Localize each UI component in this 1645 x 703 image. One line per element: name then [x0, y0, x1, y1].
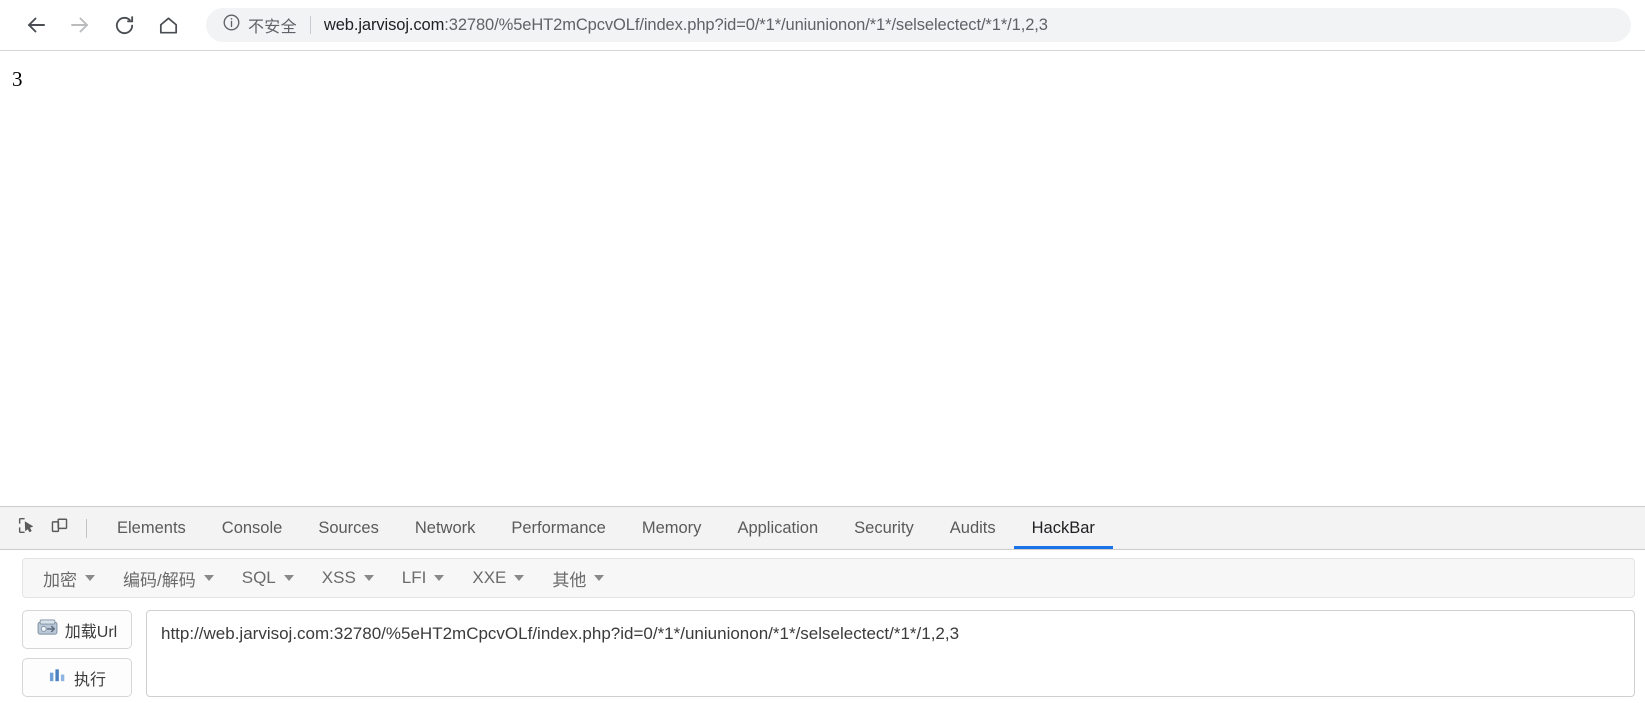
tab-sources[interactable]: Sources — [300, 507, 397, 549]
devtools-toolbar-divider — [86, 518, 87, 538]
load-url-icon — [37, 619, 58, 641]
hackbar-body: 加载Url 执行 http://web.jarvisoj.com:32780/%… — [0, 598, 1645, 697]
hackbar-button-column: 加载Url 执行 — [22, 610, 132, 697]
security-label: 不安全 — [248, 19, 297, 36]
url-host: web.jarvisoj.com — [323, 15, 445, 34]
hackbar-url-input[interactable]: http://web.jarvisoj.com:32780/%5eHT2mCpc… — [146, 610, 1635, 697]
browser-toolbar: 不安全 web.jarvisoj.com:32780/%5eHT2mCpcvOL… — [0, 0, 1645, 50]
url-text[interactable]: web.jarvisoj.com:32780/%5eHT2mCpcvOLf/in… — [324, 16, 1048, 35]
url-path: :32780/%5eHT2mCpcvOLf/index.php?id=0/*1*… — [444, 15, 1048, 34]
hackbar-menubar: 加密 编码/解码 SQL XSS LFI XXE 其他 — [22, 558, 1635, 598]
chevron-down-icon — [203, 575, 214, 581]
tab-label: Sources — [318, 519, 379, 537]
hackbar-menu-encrypt[interactable]: 加密 — [29, 560, 109, 597]
tab-audits[interactable]: Audits — [932, 507, 1014, 549]
arrow-left-icon — [24, 13, 48, 37]
tab-label: Application — [737, 519, 819, 537]
tab-network[interactable]: Network — [397, 507, 494, 549]
tab-console[interactable]: Console — [204, 507, 301, 549]
tab-performance[interactable]: Performance — [493, 507, 623, 549]
hackbar-menu-lfi[interactable]: LFI — [388, 562, 459, 594]
hackbar-menu-encode-decode[interactable]: 编码/解码 — [109, 560, 228, 597]
site-security-indicator[interactable]: 不安全 — [222, 13, 297, 37]
device-toolbar-icon — [50, 516, 69, 540]
menu-label: 其他 — [552, 570, 587, 590]
chevron-down-icon — [514, 575, 525, 581]
tab-memory[interactable]: Memory — [624, 507, 720, 549]
reload-icon — [113, 14, 136, 37]
home-button[interactable] — [146, 3, 190, 47]
tab-hackbar[interactable]: HackBar — [1013, 507, 1114, 549]
tab-label: HackBar — [1031, 519, 1095, 537]
tab-label: Memory — [641, 519, 702, 537]
address-bar[interactable]: 不安全 web.jarvisoj.com:32780/%5eHT2mCpcvOL… — [206, 8, 1631, 42]
tab-label: Audits — [949, 519, 996, 537]
tab-label: Console — [221, 519, 283, 537]
hackbar-panel: 加密 编码/解码 SQL XSS LFI XXE 其他 加载Url 执行 htt… — [0, 550, 1645, 703]
chevron-down-icon — [594, 575, 605, 581]
execute-button[interactable]: 执行 — [22, 658, 132, 697]
hackbar-menu-other[interactable]: 其他 — [538, 560, 618, 597]
tab-security[interactable]: Security — [836, 507, 932, 549]
execute-icon — [48, 667, 67, 689]
menu-label: XXE — [472, 568, 507, 587]
hackbar-menu-sql[interactable]: SQL — [228, 562, 308, 594]
menu-label: XSS — [321, 568, 356, 587]
chevron-down-icon — [283, 575, 294, 581]
menu-label: 编码/解码 — [123, 570, 196, 590]
load-url-label: 加载Url — [64, 623, 118, 641]
page-viewport: 3 — [0, 51, 1645, 506]
chevron-down-icon — [85, 575, 95, 581]
hackbar-menu-xxe[interactable]: XXE — [458, 562, 538, 594]
devtools-tabbar: Elements Console Sources Network Perform… — [0, 507, 1645, 550]
menu-label: SQL — [241, 568, 276, 587]
inspect-element-button[interactable] — [10, 512, 43, 544]
chevron-down-icon — [363, 575, 374, 581]
load-url-button[interactable]: 加载Url — [22, 610, 132, 649]
tab-label: Elements — [117, 519, 186, 537]
reload-button[interactable] — [102, 3, 146, 47]
tab-label: Security — [854, 519, 914, 537]
tab-label: Performance — [511, 519, 606, 537]
inspect-element-icon — [17, 516, 36, 540]
tab-application[interactable]: Application — [719, 507, 836, 549]
info-circle-icon — [222, 13, 241, 37]
page-body-text: 3 — [12, 67, 23, 91]
omnibox-divider — [309, 16, 311, 34]
forward-button[interactable] — [58, 3, 102, 47]
device-toolbar-button[interactable] — [43, 512, 76, 544]
chevron-down-icon — [434, 575, 445, 581]
arrow-right-icon — [68, 13, 92, 37]
execute-label: 执行 — [73, 671, 106, 689]
menu-label: LFI — [401, 568, 427, 587]
devtools-panel: Elements Console Sources Network Perform… — [0, 506, 1645, 703]
back-button[interactable] — [14, 3, 58, 47]
hackbar-menu-xss[interactable]: XSS — [308, 562, 388, 594]
tab-label: Network — [414, 519, 476, 537]
tab-elements[interactable]: Elements — [99, 507, 204, 549]
home-icon — [157, 14, 180, 37]
menu-label: 加密 — [43, 570, 77, 590]
